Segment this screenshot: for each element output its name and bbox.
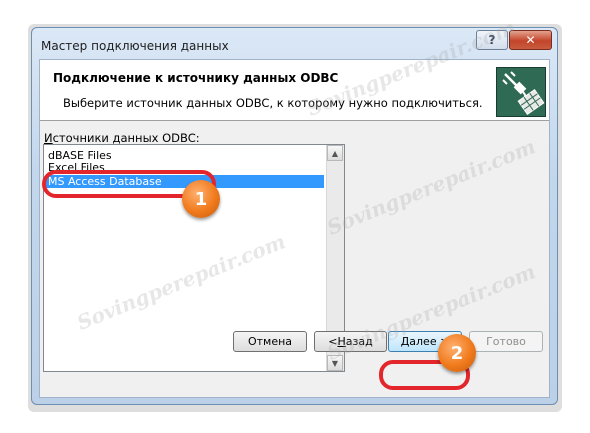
finish-button[interactable]: Готово: [469, 331, 543, 352]
odbc-plug-icon: [496, 67, 546, 117]
data-sources-label-accel: И: [44, 131, 53, 145]
data-sources-label-text: сточники данных ODBC:: [52, 131, 200, 145]
step-badge-2: 2: [438, 334, 476, 372]
wizard-header: Подключение к источнику данных ODBC Выбе…: [40, 60, 549, 121]
header-title: Подключение к источнику данных ODBC: [53, 71, 339, 85]
close-icon: ✕: [525, 33, 536, 47]
data-sources-label: Источники данных ODBC:: [44, 131, 200, 145]
step-badge-1: 1: [182, 180, 220, 218]
scroll-up-icon[interactable]: ▲: [327, 145, 343, 161]
window-title: Мастер подключения данных: [41, 39, 229, 53]
next-accel: Д: [400, 335, 410, 348]
header-subtitle: Выберите источник данных ODBC, к котором…: [63, 96, 483, 110]
cancel-button[interactable]: Отмена: [233, 331, 307, 352]
